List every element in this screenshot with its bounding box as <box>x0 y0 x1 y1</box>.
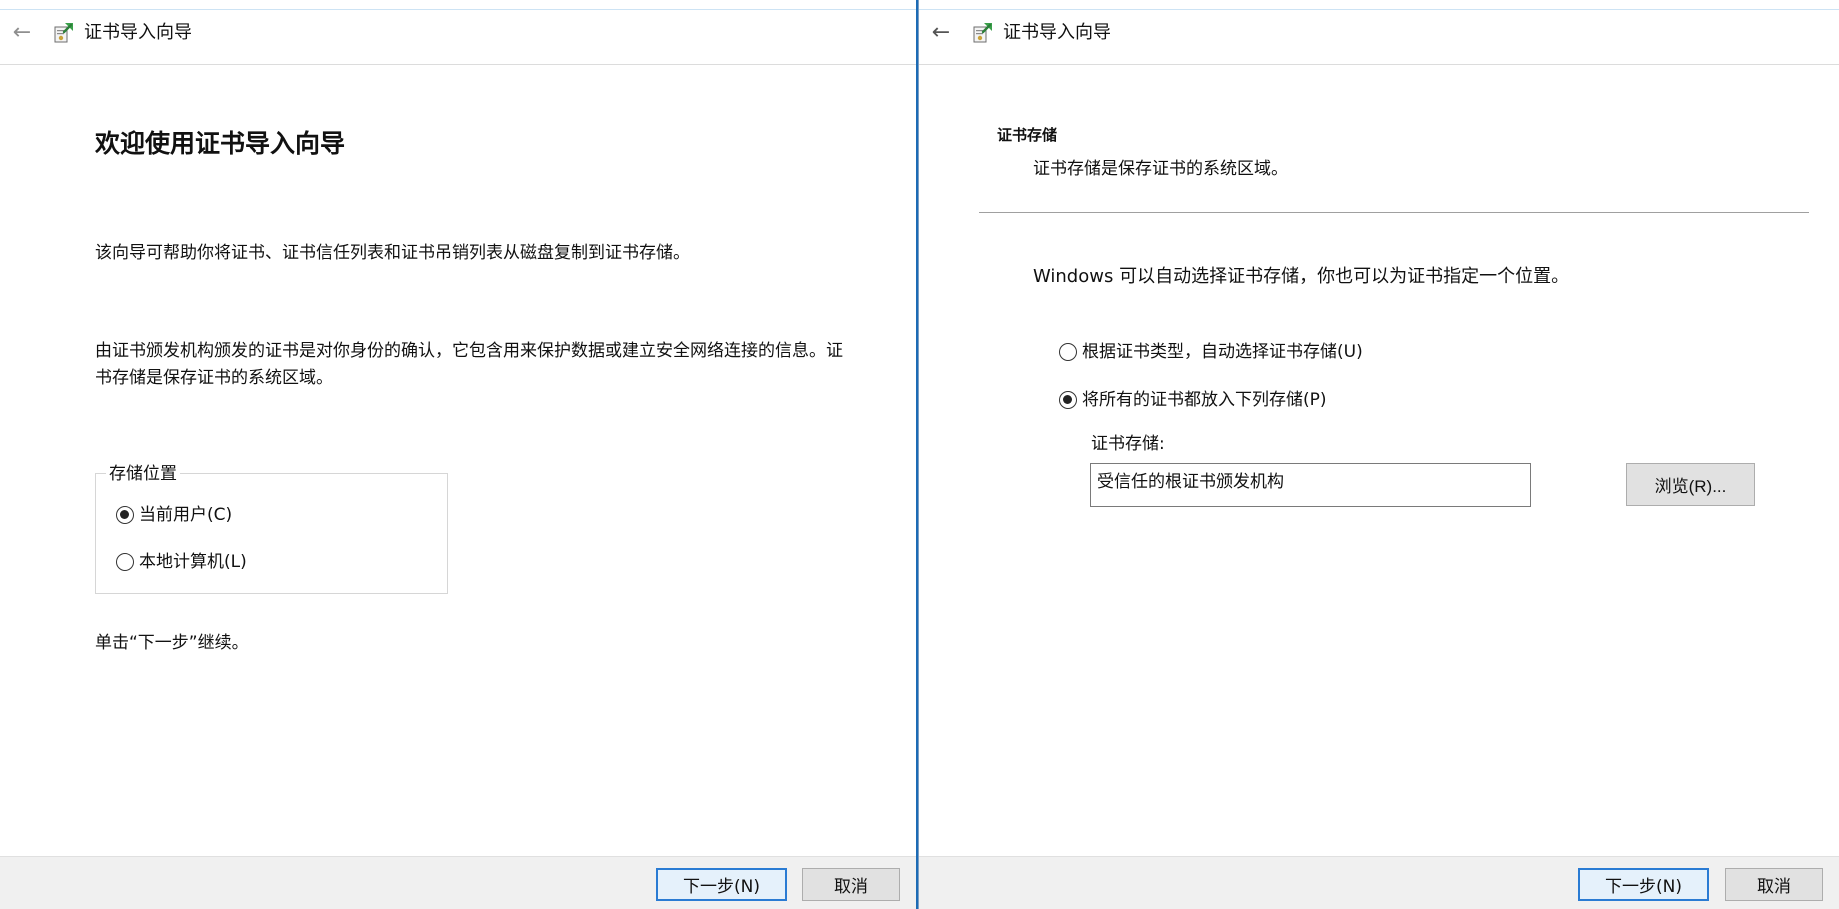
right-titlebar: ← 证书导入向导 <box>919 11 1839 65</box>
radio-button-unchecked[interactable] <box>1059 343 1077 361</box>
radio-button-unchecked[interactable] <box>116 553 134 571</box>
window-title: 证书导入向导 <box>1003 22 1111 43</box>
radio-place-in-store[interactable]: 将所有的证书都放入下列存储(P) <box>1059 388 1327 412</box>
section-subheading: 证书存储是保存证书的系统区域。 <box>1033 159 1288 179</box>
radio-current-user-label: 当前用户(C) <box>139 505 233 525</box>
screen: ← 证书导入向导 欢迎使用证书导入向导 该向导可帮助你将证书、证书信任列表和证书… <box>0 0 1839 909</box>
radio-local-machine[interactable]: 本地计算机(L) <box>116 550 247 574</box>
cancel-button[interactable]: 取消 <box>802 868 900 901</box>
section-heading: 证书存储 <box>997 126 1058 144</box>
left-titlebar: ← 证书导入向导 <box>0 11 917 65</box>
explanation-paragraph: 由证书颁发机构颁发的证书是对你身份的确认，它包含用来保护数据或建立安全网络连接的… <box>95 341 843 388</box>
browse-button[interactable]: 浏览(R)... <box>1626 463 1755 506</box>
next-button[interactable]: 下一步(N) <box>1578 868 1709 901</box>
certificate-store-field[interactable]: 受信任的根证书颁发机构 <box>1090 463 1531 507</box>
radio-current-user[interactable]: 当前用户(C) <box>116 503 232 527</box>
radio-local-machine-label: 本地计算机(L) <box>139 552 247 572</box>
store-location-group: 存储位置 当前用户(C) 本地计算机(L) <box>95 462 448 594</box>
radio-auto-select-store[interactable]: 根据证书类型，自动选择证书存储(U) <box>1059 340 1363 364</box>
window-title: 证书导入向导 <box>84 22 192 43</box>
certificate-wizard-icon <box>973 23 992 43</box>
left-footer: 下一步(N) 取消 <box>0 856 917 909</box>
page-heading: 欢迎使用证书导入向导 <box>95 129 346 158</box>
back-arrow-icon[interactable]: ← <box>929 21 953 45</box>
certificate-wizard-icon <box>54 23 73 43</box>
section-separator <box>979 212 1809 213</box>
radio-button-checked[interactable] <box>116 506 134 524</box>
radio-button-checked[interactable] <box>1059 391 1077 409</box>
radio-auto-select-label: 根据证书类型，自动选择证书存储(U) <box>1082 342 1363 362</box>
left-wizard-window: ← 证书导入向导 欢迎使用证书导入向导 该向导可帮助你将证书、证书信任列表和证书… <box>0 0 917 909</box>
window-top-edge <box>919 0 1839 10</box>
back-arrow-icon[interactable]: ← <box>10 21 34 45</box>
continue-instruction: 单击“下一步”继续。 <box>95 633 249 653</box>
radio-place-in-store-label: 将所有的证书都放入下列存储(P) <box>1082 390 1327 410</box>
next-button[interactable]: 下一步(N) <box>656 868 787 901</box>
store-description: Windows 可以自动选择证书存储，你也可以为证书指定一个位置。 <box>1033 266 1570 287</box>
right-footer: 下一步(N) 取消 <box>919 856 1839 909</box>
right-wizard-window: ← 证书导入向导 证书存储 证书存储是保存证书的系统区域。 Windows 可以… <box>919 0 1839 909</box>
cancel-button[interactable]: 取消 <box>1725 868 1823 901</box>
intro-paragraph: 该向导可帮助你将证书、证书信任列表和证书吊销列表从磁盘复制到证书存储。 <box>95 243 690 263</box>
store-location-legend: 存储位置 <box>106 462 180 486</box>
certificate-store-label: 证书存储: <box>1091 434 1165 454</box>
window-top-edge <box>0 0 917 10</box>
